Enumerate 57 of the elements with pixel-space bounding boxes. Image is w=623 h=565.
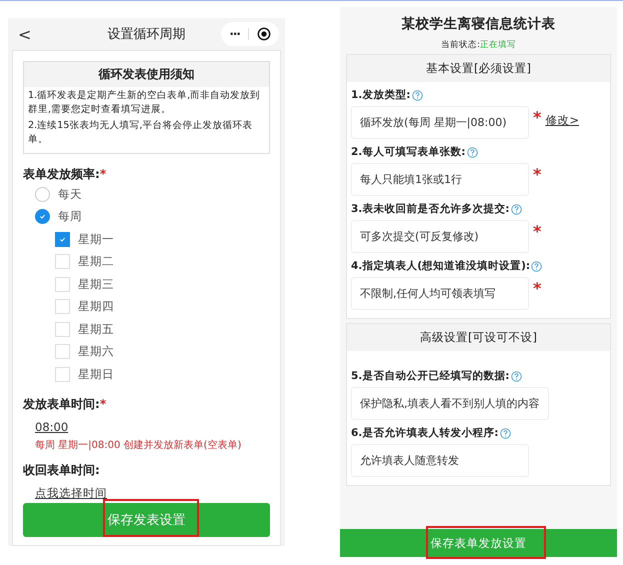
required-mark: *	[533, 222, 542, 241]
day-label: 星期一	[78, 232, 114, 247]
required-mark: *	[533, 165, 542, 184]
status-value: 正在填写	[480, 40, 516, 50]
select-field[interactable]: 循环发放(每周 星期一|08:00)	[351, 106, 529, 139]
option-label: 每周	[58, 209, 82, 224]
day-label: 星期三	[78, 276, 114, 292]
schedule-hint: 每周 星期一|08:00 创建并发放新表单(空表单)	[34, 438, 242, 452]
choose-time-link[interactable]: 点我选择时间	[35, 486, 107, 500]
page-title: 设置循环周期	[106, 26, 186, 43]
option-label: 每天	[58, 186, 82, 202]
field-label: 1.发放类型:	[351, 88, 410, 102]
day-label: 星期五	[78, 322, 114, 337]
help-icon[interactable]	[500, 428, 510, 438]
more-button[interactable]: ···	[229, 27, 240, 41]
notice-text: 2.连续15张表均无人填写,平台将会停止发放循环表单。	[28, 119, 254, 147]
section-header: 高级设置[可设可不设]	[347, 324, 610, 351]
close-target-icon[interactable]	[257, 27, 271, 41]
help-icon[interactable]	[412, 90, 422, 100]
select-field[interactable]: 不限制,任何人均可领表填写	[351, 277, 529, 310]
section-header: 基本设置[必须设置]	[347, 55, 610, 82]
day-label: 星期日	[78, 366, 114, 382]
radio-button[interactable]	[35, 186, 50, 202]
day-label: 星期二	[78, 254, 114, 270]
select-field[interactable]: 每人只能填1张或1行	[351, 163, 529, 196]
help-icon[interactable]	[466, 146, 478, 158]
required-mark: *	[100, 396, 106, 410]
select-field[interactable]: 允许填表人随意转发	[351, 444, 529, 477]
notice-title: 循环发表使用须知	[24, 62, 269, 87]
field-label: 6.是否允许填表人转发小程序:	[351, 426, 498, 440]
checkbox[interactable]	[55, 232, 70, 247]
check-icon	[59, 236, 66, 243]
required-mark: *	[533, 108, 542, 127]
field-label: 4.指定填表人(想知道谁没填时设置):	[351, 259, 530, 273]
required-mark: *	[533, 279, 542, 298]
field-label: 2.每人可填写表单张数:	[351, 145, 466, 159]
field-label: 5.是否自动公开已经填写的数据:	[351, 369, 510, 383]
radio-button[interactable]	[35, 209, 50, 224]
help-icon[interactable]	[531, 260, 542, 272]
day-label: 星期四	[78, 299, 114, 314]
status-label: 当前状态:	[441, 40, 480, 50]
form-title: 某校学生离寝信息统计表	[400, 15, 556, 33]
field-label: 表单发放频率:	[23, 167, 100, 181]
notice-text: 1.循环发表是定期产生新的空白表单,而非自动发放到群里,需要您定时查看填写进展。	[28, 89, 262, 117]
field-label: 发放表单时间:	[23, 396, 100, 410]
check-icon	[39, 213, 46, 220]
day-label: 星期六	[78, 344, 114, 360]
select-field[interactable]: 可多次提交(可反复修改)	[351, 220, 529, 253]
time-link[interactable]: 08:00	[35, 420, 68, 434]
field-label: 3.表未收回前是否允许多次提交:	[351, 202, 510, 216]
back-button[interactable]: <	[18, 24, 32, 44]
field-label: 收回表单时间:	[23, 462, 100, 476]
help-icon[interactable]	[510, 370, 522, 382]
help-icon[interactable]	[510, 204, 522, 214]
edit-link[interactable]: 修改>	[545, 113, 580, 128]
select-field[interactable]: 保护隐私,填表人看不到别人填的内容	[351, 387, 548, 420]
required-mark: *	[100, 167, 106, 181]
